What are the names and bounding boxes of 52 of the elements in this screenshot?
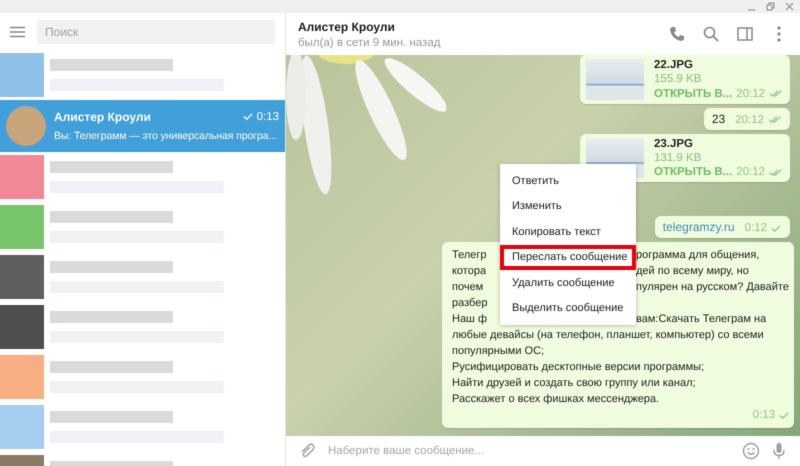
chat-preview: Вы: Телеграмм — это универсальная програ...	[54, 128, 278, 142]
message-input[interactable]: Наберите ваше сообщение...	[326, 444, 732, 458]
search-field[interactable]: Поиск	[37, 20, 275, 44]
menu-item[interactable]: Ответить	[500, 168, 636, 194]
phone-icon[interactable]	[668, 25, 686, 43]
message-time: 0:13	[752, 407, 790, 423]
check-icon	[779, 410, 790, 420]
menu-item[interactable]: Изменить	[500, 194, 636, 219]
double-check-icon	[769, 89, 784, 98]
message-text-fragment: котора	[452, 264, 488, 279]
message-line: Найти друзей и создать свою группу или канал;	[452, 376, 697, 391]
message-text-fragment: рограмма для общения,	[636, 248, 760, 263]
message-line: Расскажет о всех фишках мессенджера.	[452, 392, 660, 407]
chat-time: 0:13	[242, 110, 279, 122]
file-name: 23.JPG	[654, 138, 694, 150]
message-line: любые девайсы (на телефон, планшет, компьютер) со всеми	[452, 328, 765, 343]
file-size: 131.9 KB	[654, 152, 702, 164]
double-check-icon	[769, 168, 784, 176]
message-text-fragment: дей по всему миру, но	[636, 264, 750, 279]
message-text-fragment: вам:Скачать Телеграм на	[636, 312, 768, 327]
message-text-fragment: Телегр	[452, 248, 488, 263]
message-time: 20:12	[735, 114, 782, 126]
menu-item[interactable]: Копировать текст	[500, 219, 636, 244]
image-thumbnail	[586, 59, 644, 100]
sidebar-toggle-icon[interactable]	[736, 25, 754, 43]
file-name: 22.JPG	[654, 59, 694, 71]
message-text-fragment: пулярен на русском? Давайте	[636, 280, 790, 295]
message-line: популярными ОС;	[452, 344, 546, 359]
message-text-fragment: разбер	[452, 296, 488, 311]
message-text-fragment: почем	[452, 280, 484, 295]
message-time: 0:12	[744, 222, 782, 234]
emoji-icon[interactable]	[742, 442, 760, 460]
last-seen-status: был(а) в сети 9 мин. назад	[298, 36, 442, 48]
menu-icon[interactable]	[10, 26, 25, 38]
search-icon[interactable]	[702, 25, 720, 43]
message-text-fragment: Наш ф	[452, 312, 488, 327]
close-icon[interactable]	[785, 2, 794, 11]
message-time: 20:12	[736, 88, 784, 100]
chat-name: Алистер Кроули	[54, 110, 151, 124]
menu-item[interactable]: Выделить сообщение	[500, 296, 636, 321]
chat-title: Алистер Кроули	[298, 20, 396, 34]
check-icon	[242, 112, 254, 121]
avatar-photo	[6, 106, 46, 146]
double-check-icon	[768, 115, 782, 124]
check-icon	[771, 224, 782, 232]
menu-item[interactable]: Удалить сообщение	[500, 270, 636, 296]
restore-icon[interactable]	[766, 2, 775, 11]
file-size: 155.9 KB	[654, 73, 702, 86]
menu-item[interactable]: Переслать сообщение	[500, 244, 636, 270]
message-text: 23	[712, 112, 726, 126]
message-line: Русифицировать десктопные версии программы;	[452, 360, 706, 375]
message-time: 20:12	[736, 166, 784, 178]
